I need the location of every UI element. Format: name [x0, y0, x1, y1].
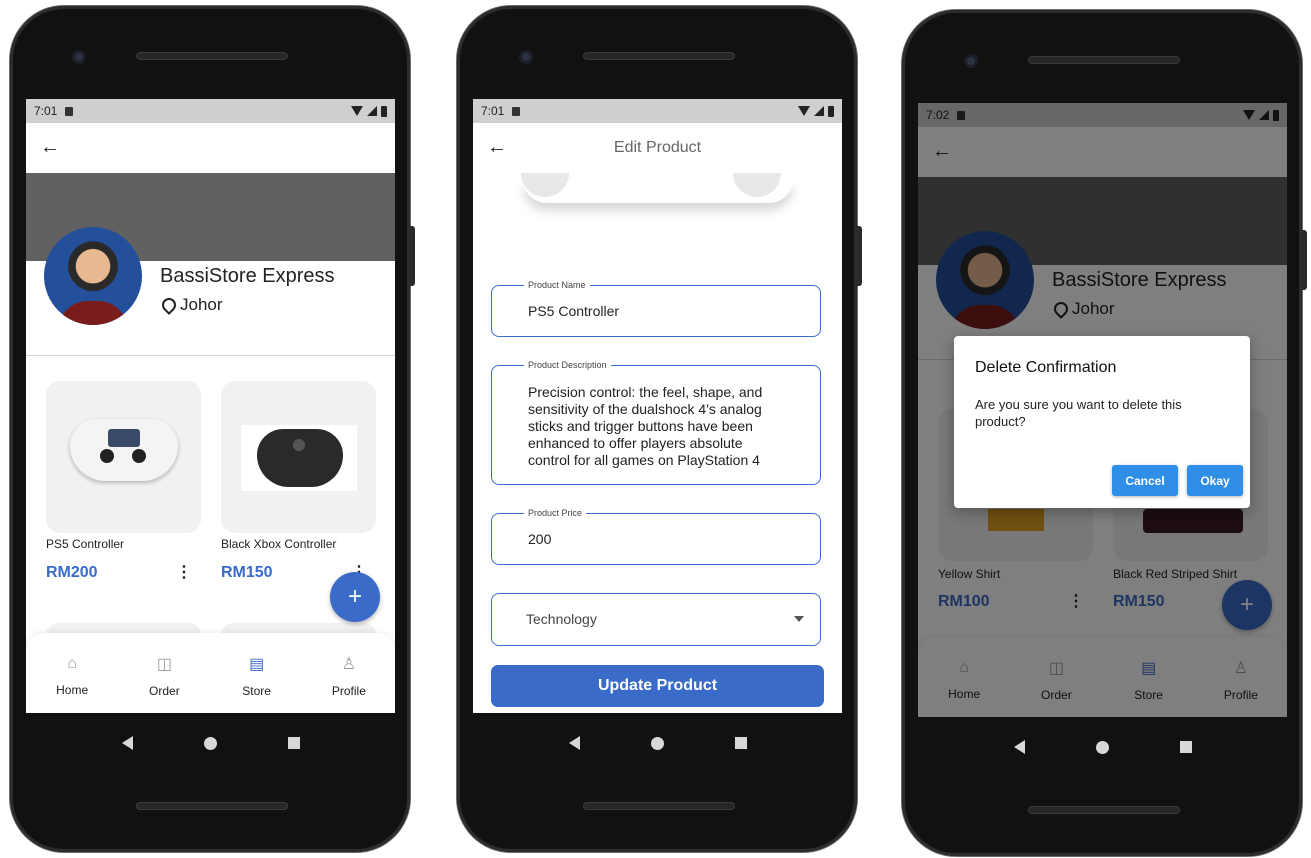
power-button [410, 226, 415, 286]
system-back-icon[interactable] [121, 736, 133, 750]
earpiece-speaker [583, 52, 735, 60]
status-time: 7:01 [481, 104, 505, 118]
xbox-controller-image [257, 429, 343, 487]
cancel-button[interactable]: Cancel [1112, 465, 1178, 496]
system-back-icon[interactable] [568, 736, 580, 750]
product-name: Black Xbox Controller [221, 537, 337, 551]
update-product-button[interactable]: Update Product [491, 665, 824, 707]
add-product-button[interactable]: + [330, 572, 380, 622]
sd-card-icon [512, 106, 521, 116]
phone-store: 7:01 ← BassiStore Express Johor PS5 Cont… [10, 6, 415, 852]
page-title: Edit Product [613, 139, 702, 156]
product-description-field[interactable]: Product Description Precision control: t… [491, 360, 821, 485]
front-camera [72, 50, 86, 64]
product-card-ps5[interactable] [46, 381, 201, 533]
product-name: PS5 Controller [46, 537, 125, 551]
system-back-icon[interactable] [1013, 740, 1025, 754]
store-location: Johor [159, 295, 223, 315]
store-icon: ▤ [249, 656, 265, 673]
product-card-xbox[interactable] [221, 381, 376, 533]
more-vert-icon[interactable]: ⋮ [176, 565, 192, 581]
app-bar: ← Edit Product [473, 123, 842, 173]
product-name-value: PS5 Controller [528, 303, 620, 319]
store-screen: 7:01 ← BassiStore Express Johor PS5 Cont… [26, 99, 395, 713]
nav-store[interactable]: ▤ Store [211, 633, 303, 713]
status-bar: 7:01 [473, 99, 842, 123]
wifi-icon [351, 106, 363, 116]
system-recents-icon[interactable] [734, 737, 747, 749]
signal-icon [814, 106, 824, 116]
okay-button[interactable]: Okay [1187, 465, 1243, 496]
system-home-icon[interactable] [1095, 740, 1109, 754]
sd-card-icon [65, 106, 74, 116]
category-dropdown[interactable]: Technology [491, 593, 821, 646]
avatar [44, 227, 142, 325]
phone-edit-product: 7:01 ← Edit Product Product Name PS5 Con… [457, 6, 862, 852]
dropdown-arrow-icon [794, 616, 804, 622]
person-icon: ♙ [341, 656, 357, 673]
delete-confirmation-dialog: Delete Confirmation Are you sure you wan… [954, 336, 1250, 508]
product-description-label: Product Description [524, 360, 611, 370]
system-nav-bar [918, 717, 1287, 777]
system-recents-icon[interactable] [1179, 741, 1192, 753]
product-price: RM200 [46, 564, 98, 581]
shopping-bag-icon: ◫ [156, 656, 172, 673]
category-value: Technology [526, 611, 597, 627]
home-icon: ⌂ [67, 655, 77, 672]
earpiece-speaker [136, 52, 288, 60]
dialog-message: Are you sure you want to delete this pro… [975, 397, 1182, 429]
power-button [1302, 230, 1307, 290]
system-nav-bar [473, 713, 842, 773]
bottom-speaker [583, 802, 735, 810]
product-name-label: Product Name [524, 280, 590, 290]
nav-home[interactable]: ⌂ Home [26, 633, 118, 713]
system-recents-icon[interactable] [287, 737, 300, 749]
dialog-title: Delete Confirmation [975, 359, 1117, 376]
product-price-value: 200 [528, 531, 552, 547]
product-price-label: Product Price [524, 508, 587, 518]
product-price-field[interactable]: Product Price 200 [491, 508, 821, 565]
front-camera [519, 50, 533, 64]
product-description-value: Precision control: the feel, shape, and … [528, 384, 763, 468]
wifi-icon [798, 106, 810, 116]
nav-order[interactable]: ◫ Order [118, 633, 210, 713]
store-name: BassiStore Express [160, 265, 335, 287]
system-home-icon[interactable] [203, 736, 217, 750]
app-bar: ← [26, 123, 395, 173]
phone-delete-dialog: 7:02 ← BassiStore Express Johor Yellow S… [902, 10, 1307, 856]
nav-profile[interactable]: ♙ Profile [303, 633, 395, 713]
nav-profile-label: Profile [331, 684, 366, 698]
bottom-speaker [136, 802, 288, 810]
divider [26, 355, 395, 356]
product-name-field[interactable]: Product Name PS5 Controller [491, 280, 821, 337]
system-nav-bar [26, 713, 395, 773]
ps5-controller-image [70, 419, 178, 481]
product-price: RM150 [221, 564, 273, 581]
battery-icon [381, 105, 387, 117]
store-location-text: Johor [180, 295, 223, 314]
location-pin-icon [159, 295, 179, 315]
signal-icon [367, 106, 377, 116]
store-screen-with-dialog: 7:02 ← BassiStore Express Johor Yellow S… [918, 103, 1287, 717]
status-time: 7:01 [34, 104, 58, 118]
battery-icon [828, 105, 834, 117]
edit-product-screen: 7:01 ← Edit Product Product Name PS5 Con… [473, 99, 842, 713]
power-button [857, 226, 862, 286]
nav-store-label: Store [242, 684, 271, 698]
nav-home-label: Home [56, 683, 89, 697]
earpiece-speaker [1028, 56, 1180, 64]
front-camera [964, 54, 978, 68]
system-home-icon[interactable] [650, 736, 664, 750]
nav-order-label: Order [149, 684, 180, 698]
product-image [513, 173, 803, 217]
bottom-navigation: ⌂ Home ◫ Order ▤ Store ♙ Profile [26, 633, 395, 713]
bottom-speaker [1028, 806, 1180, 814]
status-bar: 7:01 [26, 99, 395, 123]
back-arrow-icon[interactable]: ← [40, 137, 60, 157]
